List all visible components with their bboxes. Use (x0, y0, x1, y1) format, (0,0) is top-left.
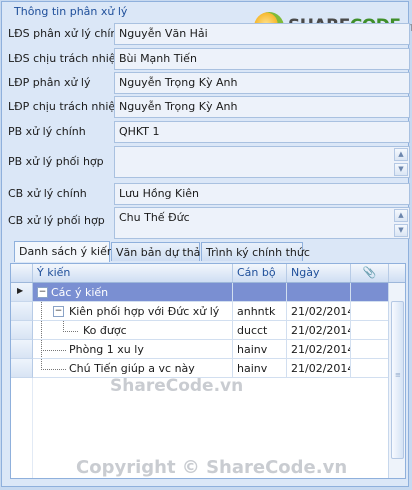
field-label: LĐS chịu trách nhiệm (8, 52, 127, 65)
info-panel: Thông tin phân xử lý SHARECODE.vn LĐS ph… (1, 1, 412, 487)
pb-main-field[interactable]: QHKT 1 (114, 121, 410, 143)
tree-line (41, 359, 66, 370)
cb-coop-field[interactable]: Chu Thế Đức ▲ ▼ (114, 207, 410, 239)
date-cell: 21/02/2014 (287, 302, 351, 321)
scroll-up-icon[interactable]: ▲ (394, 148, 408, 161)
tree-line (41, 340, 66, 351)
ldp-main-field[interactable]: Nguyễn Trọng Kỳ Anh (114, 72, 410, 94)
tab-official-signing[interactable]: Trình ký chính thức (201, 242, 310, 261)
date-cell: 21/02/2014 (287, 340, 351, 359)
field-label: LĐP phân xử lý (8, 76, 91, 89)
tree-line (41, 302, 43, 320)
field-label: PB xử lý chính (8, 125, 86, 138)
opinion-cell: − Kiên phối hợp với Đức xử lý (33, 302, 233, 321)
opinion-cell: Phòng 1 xu ly (33, 340, 233, 359)
tab-opinions[interactable]: Danh sách ý kiến (14, 241, 114, 262)
opinion-cell: Ko được (33, 321, 233, 340)
scroll-down-icon[interactable]: ▼ (394, 163, 408, 176)
row-indicator[interactable] (11, 302, 33, 321)
field-label: LĐP chịu trách nhiệm (8, 100, 126, 113)
date-cell (287, 283, 351, 302)
attachment-cell (351, 283, 389, 302)
field-label: PB xử lý phối hợp (8, 155, 104, 168)
field-label: CB xử lý phối hợp (8, 214, 105, 227)
scroll-up-icon[interactable]: ▲ (394, 209, 408, 222)
grip-icon: ≡ (395, 371, 401, 379)
watermark-bottom: Copyright © ShareCode.vn (76, 457, 348, 478)
scrollbar-thumb[interactable]: ≡ (391, 301, 404, 459)
field-label: LĐS phân xử lý chính (8, 27, 125, 40)
scroll-down-icon[interactable]: ▼ (394, 224, 408, 237)
column-header-opinion[interactable]: Ý kiến (33, 264, 233, 282)
current-row-arrow-icon: ▶ (17, 286, 24, 295)
date-cell: 21/02/2014 (287, 321, 351, 340)
grid-header: Ý kiến Cán bộ Ngày 📎 (11, 264, 405, 283)
officer-cell (233, 283, 287, 302)
column-header-date[interactable]: Ngày (287, 264, 351, 282)
attachment-icon[interactable]: 📎 (351, 264, 389, 282)
cb-coop-value: Chu Thế Đức (119, 211, 190, 224)
attachment-cell (351, 302, 389, 321)
tree-line (41, 350, 43, 358)
attachment-cell (351, 321, 389, 340)
empty-indicator-area (11, 378, 33, 478)
opinion-text: Ko được (83, 324, 127, 337)
grid-vertical-scrollbar[interactable]: ≡ (388, 283, 405, 478)
row-indicator[interactable] (11, 321, 33, 340)
header-corner (11, 264, 33, 282)
collapse-icon[interactable]: − (53, 306, 64, 317)
row-indicator[interactable]: ▶ (11, 283, 33, 302)
opinion-text: Các ý kiến (51, 286, 109, 299)
row-indicator[interactable] (11, 340, 33, 359)
attachment-cell (351, 340, 389, 359)
attachment-cell (351, 359, 389, 378)
lds-main-field[interactable]: Nguyễn Văn Hải (114, 23, 410, 45)
field-label: CB xử lý chính (8, 187, 87, 200)
panel-title: Thông tin phân xử lý (14, 5, 128, 18)
lds-responsible-field[interactable]: Bùi Mạnh Tiến (114, 48, 410, 70)
pb-coop-field[interactable]: ▲ ▼ (114, 146, 410, 178)
table-row[interactable]: − Kiên phối hợp với Đức xử lý anhntk 21/… (11, 302, 405, 321)
opinion-text: Kiên phối hợp với Đức xử lý (69, 305, 220, 318)
column-header-officer[interactable]: Cán bộ (233, 264, 287, 282)
collapse-icon[interactable]: − (37, 287, 48, 298)
ldp-responsible-field[interactable]: Nguyễn Trọng Kỳ Anh (114, 96, 410, 118)
table-row[interactable]: Ko được ducct 21/02/2014 (11, 321, 405, 340)
row-indicator[interactable] (11, 359, 33, 378)
date-cell: 21/02/2014 (287, 359, 351, 378)
table-row[interactable]: Phòng 1 xu ly hainv 21/02/2014 (11, 340, 405, 359)
tree-line (41, 321, 43, 339)
opinion-text: Phòng 1 xu ly (69, 343, 144, 356)
cb-coop-scroll: ▲ ▼ (394, 209, 408, 238)
officer-cell: hainv (233, 340, 287, 359)
officer-cell: ducct (233, 321, 287, 340)
tree-line (63, 321, 78, 332)
tab-draft-documents[interactable]: Văn bản dự thảo (111, 242, 207, 261)
opinion-text: Chú Tiến giúp a vc này (69, 362, 195, 375)
officer-cell: anhntk (233, 302, 287, 321)
opinion-cell: − Các ý kiến (33, 283, 233, 302)
watermark-middle: ShareCode.vn (110, 376, 244, 396)
cb-main-field[interactable]: Lưu Hồng Kiên (114, 183, 410, 205)
pb-coop-scroll: ▲ ▼ (394, 148, 408, 177)
table-row[interactable]: ▶ − Các ý kiến (11, 283, 405, 302)
opinions-grid: Ý kiến Cán bộ Ngày 📎 ▶ − Các ý kiến − Ki… (10, 263, 406, 479)
